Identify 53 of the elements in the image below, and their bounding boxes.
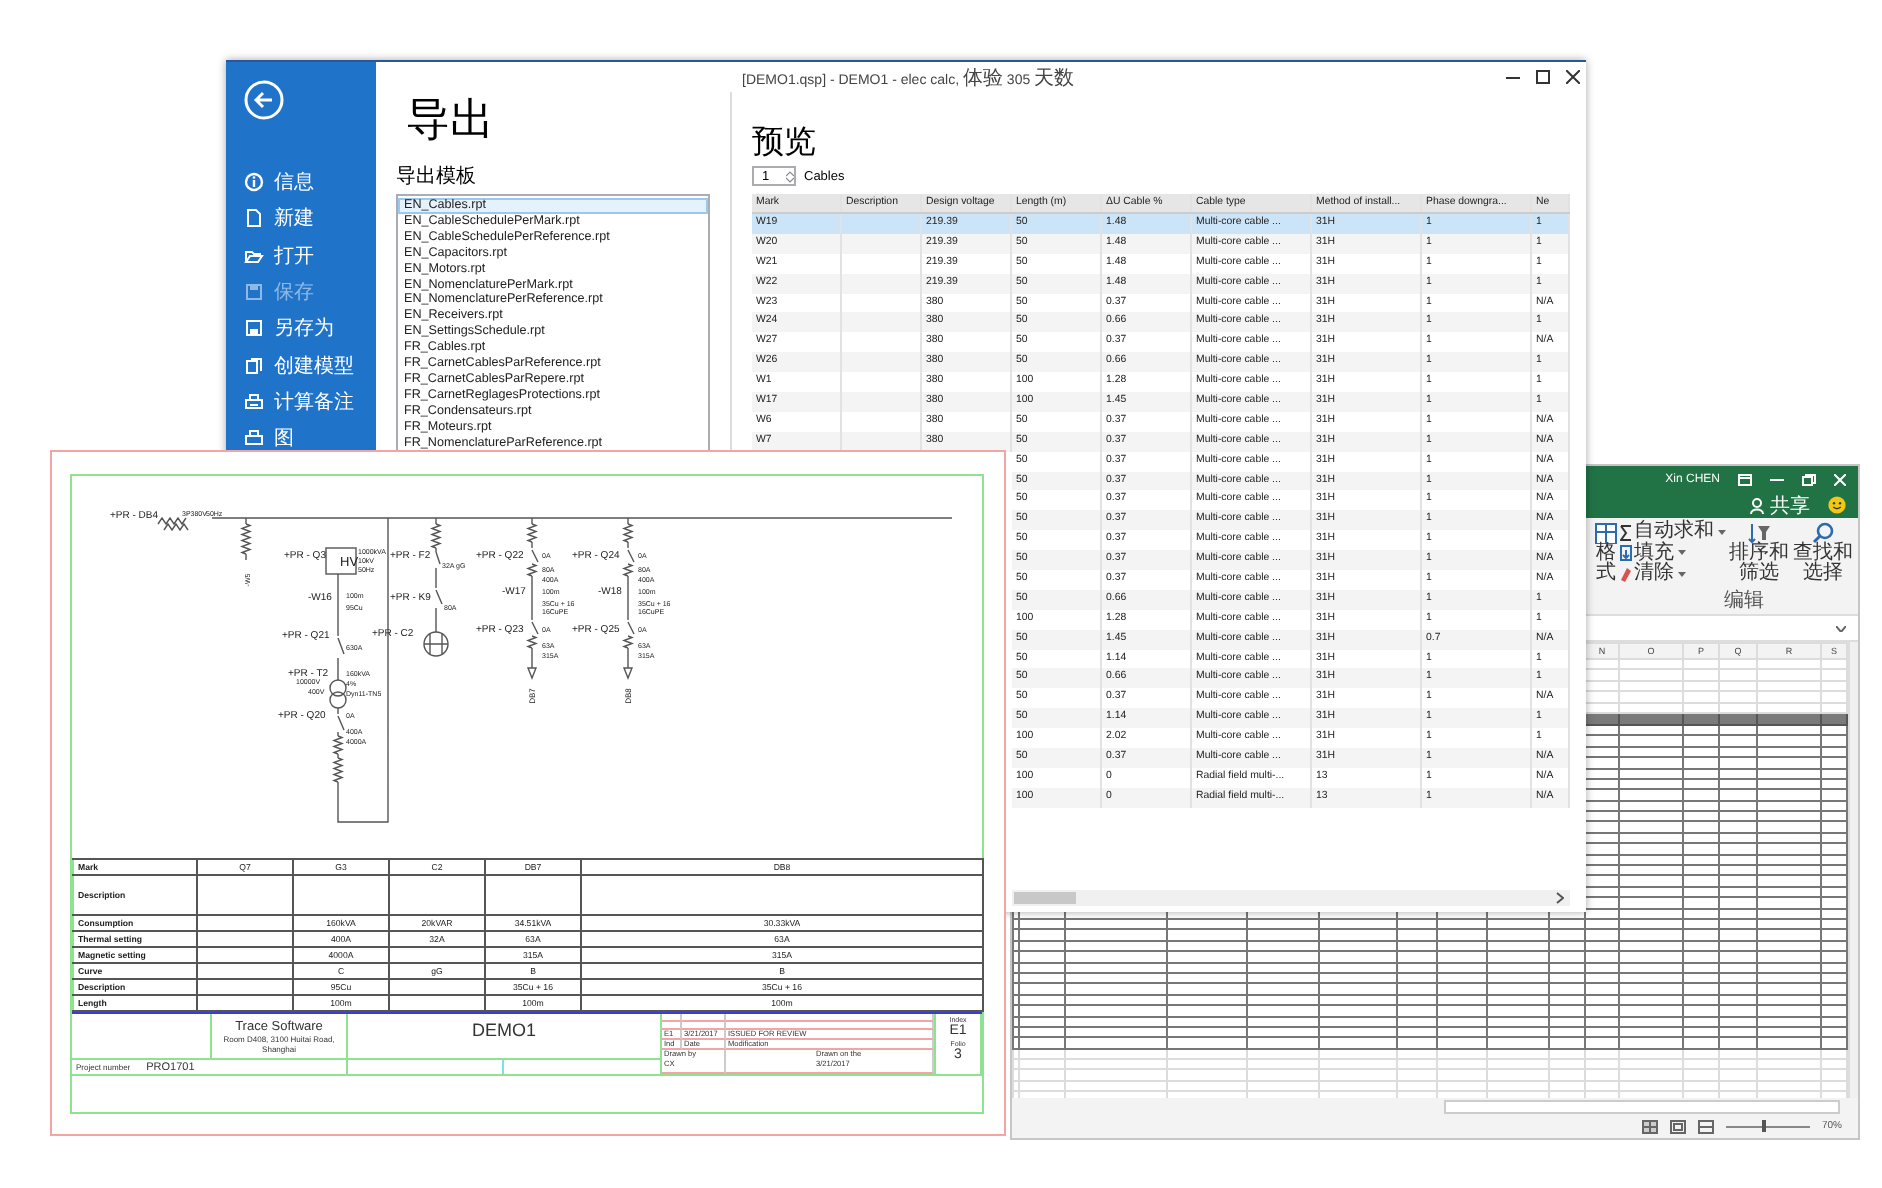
document-icon [244,208,264,229]
sidebar-item[interactable]: 新建 [244,200,314,238]
ribbon-display-icon[interactable] [1738,473,1752,485]
sidebar-item[interactable]: 打开 [244,237,314,274]
spinner-arrows-icon [786,169,794,183]
grid-view-icon[interactable] [1641,1119,1658,1133]
save-icon [244,282,264,303]
sidebar-item[interactable]: 信息 [244,164,314,201]
fill-icon [1620,544,1632,563]
sum-icon [1620,523,1632,542]
sidebar-item[interactable]: 图 [244,420,294,457]
chevron-right-icon [1556,892,1564,904]
sidebar-item[interactable]: 另存为 [244,310,334,347]
zoom-slider[interactable] [1725,1120,1810,1132]
autosum-button[interactable]: 自动求和 [1620,522,1726,543]
fill-button[interactable]: 填充 [1620,543,1686,564]
caret-icon [1836,625,1846,631]
caret-icon [1678,550,1686,557]
section-label: 导出模板 [396,166,476,188]
group-label: 编辑 [1724,590,1764,612]
printer-icon [244,428,264,449]
page-heading: 导出 [406,94,494,146]
caret-icon [1718,529,1726,536]
format-button[interactable]: 格式 [1594,522,1618,584]
restore-icon[interactable] [1802,473,1816,485]
horizontal-scrollbar[interactable] [1012,890,1570,906]
scrollbar-thumb[interactable] [1014,892,1076,904]
eraser-icon [1620,565,1632,584]
sidebar-item[interactable]: 创建模型 [244,346,354,384]
page-layout-icon[interactable] [1669,1119,1686,1133]
share-button[interactable]: 共享 [1770,491,1810,519]
close-icon[interactable] [1566,70,1580,84]
caret-icon [1678,571,1686,578]
sidebar-item[interactable]: 计算备注 [244,383,354,421]
horizontal-scrollbar[interactable] [1444,1099,1840,1113]
person-icon [1750,497,1764,513]
clear-button[interactable]: 清除 [1620,564,1686,585]
section-heading: 预览 [752,126,816,162]
folder-icon [244,245,264,266]
pages-icon [244,355,264,376]
smiley-icon [1828,496,1846,514]
sort-filter-button[interactable]: 排序和筛选 [1728,522,1790,584]
search-icon [1812,522,1834,544]
info-icon [244,172,264,193]
printer-icon [244,391,264,412]
vertical-scrollbar[interactable] [1848,642,1858,1098]
page-break-icon[interactable] [1697,1119,1714,1133]
save-as-icon [244,318,264,339]
find-select-button[interactable]: 查找和选择 [1792,522,1854,584]
sort-filter-icon [1747,522,1771,544]
minimize-icon[interactable] [1770,473,1784,485]
maximize-icon[interactable] [1536,70,1550,84]
drawing-title: DEMO1 [471,1020,536,1044]
